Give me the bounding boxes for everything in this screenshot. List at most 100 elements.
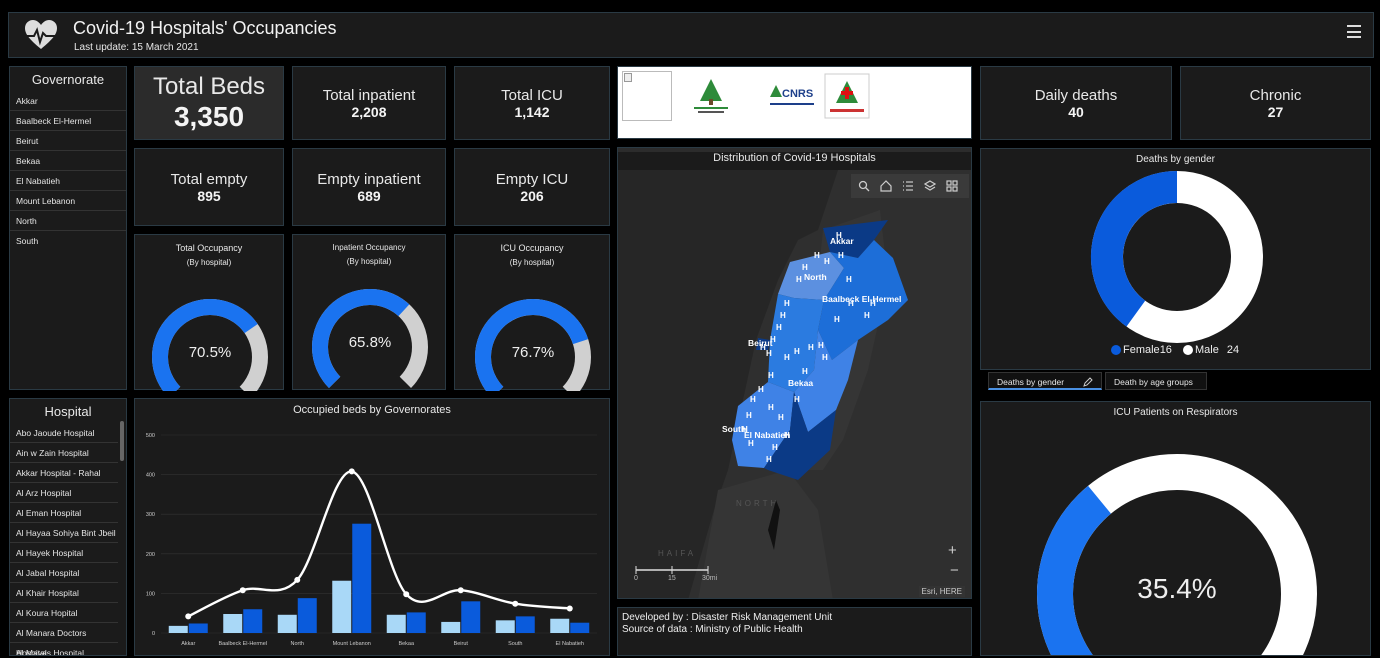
- governorate-item[interactable]: Baalbeck El-Hermel: [10, 111, 126, 131]
- svg-text:H: H: [808, 343, 814, 352]
- male-legend-value: 24: [1226, 344, 1240, 356]
- svg-text:H: H: [802, 367, 808, 376]
- bar: [243, 609, 263, 633]
- icu-occupancy-title: ICU Occupancy: [500, 243, 564, 253]
- svg-text:H: H: [746, 411, 752, 420]
- svg-text:0: 0: [634, 575, 638, 582]
- bar: [495, 620, 515, 633]
- bar: [441, 621, 461, 633]
- daily-deaths-card: Daily deaths 40: [980, 66, 1172, 140]
- map-label-akkar: Akkar: [830, 236, 854, 246]
- governorate-item[interactable]: Mount Lebanon: [10, 191, 126, 211]
- empty-inpatient-card: Empty inpatient 689: [292, 148, 446, 226]
- chronic-label: Chronic: [1249, 87, 1302, 104]
- hospital-item[interactable]: Al Koura Hopital: [10, 603, 118, 623]
- empty-icu-label: Empty ICU: [495, 171, 569, 188]
- gender-donut-chart: [1091, 171, 1263, 343]
- pencil-icon: [1083, 377, 1093, 387]
- cnrs-logo: CNRS: [770, 85, 814, 105]
- ministry-logo: [694, 79, 728, 113]
- hospital-item[interactable]: Al Arz Hospital: [10, 483, 118, 503]
- hospital-item[interactable]: Al Hayaa Sohiya Bint Jbeil: [10, 523, 118, 543]
- layers-icon[interactable]: [924, 180, 936, 192]
- hospital-item[interactable]: Al Jabal Hospital: [10, 563, 118, 583]
- line-point: [294, 576, 301, 583]
- hospital-item[interactable]: Al Eman Hospital: [10, 503, 118, 523]
- daily-deaths-label: Daily deaths: [1034, 87, 1118, 104]
- svg-text:CNRS: CNRS: [782, 88, 813, 100]
- tab-death-by-age-groups[interactable]: Death by age groups: [1105, 372, 1207, 390]
- basemap-gallery-icon[interactable]: [946, 180, 958, 192]
- home-icon[interactable]: [880, 180, 892, 192]
- x-tick-label: South: [508, 641, 522, 647]
- legend-list-icon[interactable]: [902, 180, 914, 192]
- gender-chart-title: Deaths by gender: [1136, 154, 1215, 165]
- total-empty-value: 895: [197, 188, 221, 204]
- hamburger-menu-icon[interactable]: [1347, 25, 1361, 38]
- x-tick-label: Akkar: [181, 641, 195, 647]
- inpatient-occupancy-sub: (By hospital): [346, 257, 392, 266]
- total-occupancy-gauge-card: Total Occupancy (By hospital) 70.5%: [134, 234, 284, 391]
- partner-logos-panel: CNRS: [617, 66, 972, 139]
- x-tick-label: El Nabatieh: [556, 641, 584, 647]
- hospital-item[interactable]: Al Hayek Hospital: [10, 543, 118, 563]
- svg-text:H: H: [766, 455, 772, 464]
- zoom-in-button[interactable]: +: [948, 542, 957, 559]
- svg-text:H: H: [834, 315, 840, 324]
- total-icu-label: Total ICU: [501, 87, 563, 104]
- total-icu-card: Total ICU 1,142: [454, 66, 610, 140]
- total-occupancy-value: 70.5%: [189, 344, 232, 361]
- bar: [352, 523, 372, 633]
- empty-icu-value: 206: [520, 188, 544, 204]
- governorate-item[interactable]: South: [10, 231, 126, 251]
- y-tick-label: 400: [146, 473, 155, 479]
- inpatient-occupancy-gauge-card: Inpatient Occupancy (By hospital) 65.8%: [292, 234, 446, 390]
- hospital-item[interactable]: Akkar Hospital - Rahal: [10, 463, 118, 483]
- hospital-panel: Hospital Abo Jaoude Hospital Ain w Zain …: [9, 398, 127, 656]
- x-tick-label: Mount Lebanon: [333, 641, 371, 647]
- total-icu-value: 1,142: [514, 104, 550, 120]
- svg-text:H: H: [784, 353, 790, 362]
- male-legend-label: Male: [1195, 344, 1219, 356]
- svg-text:H: H: [824, 257, 830, 266]
- tab-deaths-by-gender[interactable]: Deaths by gender: [988, 372, 1102, 390]
- hospital-scrollbar[interactable]: [120, 421, 124, 461]
- hospital-item[interactable]: Al Khair Hospital: [10, 583, 118, 603]
- map-canvas[interactable]: NORTH HAIFA HHHHH HHHHH HHHHH HH HH H HHHH…: [618, 170, 972, 599]
- occupied-beds-chart: 0 100 200 300 400 500 Akkar Baalbeck El-Hermel N…: [146, 433, 597, 647]
- last-update-text: Last update: 15 March 2021: [74, 42, 199, 53]
- total-inpatient-label: Total inpatient: [322, 87, 416, 104]
- chart-title: Occupied beds by Governorates: [293, 404, 451, 416]
- gender-legend: Female16 Male 24: [1111, 344, 1239, 356]
- governorate-item[interactable]: Bekaa: [10, 151, 126, 171]
- respirators-gauge: 35.4%: [1037, 454, 1317, 655]
- hospital-item[interactable]: Ain w Zain Hospital: [10, 443, 118, 463]
- svg-text:H: H: [784, 299, 790, 308]
- app-header: Covid-19 Hospitals' Occupancies Last upd…: [8, 12, 1374, 58]
- governorate-item[interactable]: El Nabatieh: [10, 171, 126, 191]
- developed-by-text: Developed by : Disaster Risk Management …: [622, 612, 833, 623]
- map-label-north: North: [804, 272, 827, 282]
- search-icon[interactable]: [858, 180, 870, 192]
- map-label-bekaa: Bekaa: [788, 378, 813, 388]
- tab-deaths-by-gender-label: Deaths by gender: [997, 377, 1065, 387]
- svg-text:H: H: [768, 371, 774, 380]
- bar: [168, 625, 188, 633]
- bar: [277, 614, 297, 633]
- governorate-item[interactable]: North: [10, 211, 126, 231]
- bar: [386, 614, 406, 633]
- female-legend-value: 16: [1159, 344, 1172, 356]
- map-label-beirut: Beirut: [748, 338, 773, 348]
- hospital-item[interactable]: Al Mayas Hospital: [10, 643, 118, 655]
- occupied-beds-chart-card: Occupied beds by Governorates 0 100 200 300…: [134, 398, 610, 656]
- hospital-item[interactable]: Al Manara Doctors Hospital: [10, 623, 118, 655]
- governorate-item[interactable]: Akkar: [10, 91, 126, 111]
- hospital-item[interactable]: Abo Jaoude Hospital: [10, 423, 118, 443]
- governorate-list: Akkar Baalbeck El-Hermel Beirut Bekaa El…: [10, 91, 126, 251]
- bar: [332, 580, 352, 633]
- icu-occupancy-gauge-card: ICU Occupancy (By hospital) 76.7%: [454, 234, 610, 391]
- governorate-item[interactable]: Beirut: [10, 131, 126, 151]
- svg-text:H: H: [758, 385, 764, 394]
- zoom-out-button[interactable]: −: [950, 562, 959, 579]
- governorate-panel: Governorate Akkar Baalbeck El-Hermel Bei…: [9, 66, 127, 390]
